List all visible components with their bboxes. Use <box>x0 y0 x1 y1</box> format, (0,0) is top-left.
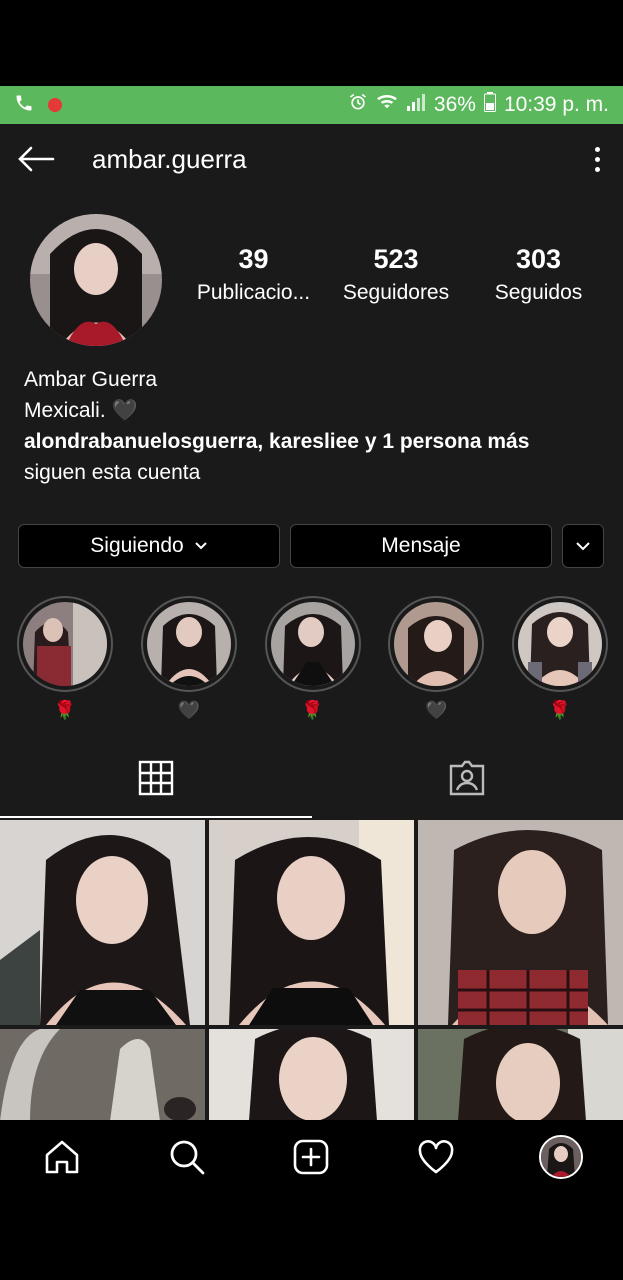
post-thumbnail[interactable] <box>418 820 623 1025</box>
highlight-item[interactable]: 🌹 <box>511 596 609 722</box>
profile-username: ambar.guerra <box>92 143 247 174</box>
stat-posts[interactable]: 39 Publicacio... <box>186 244 321 305</box>
back-arrow-icon[interactable] <box>16 139 56 179</box>
clock-time: 10:39 p. m. <box>503 93 609 116</box>
bio-name: Ambar Guerra <box>24 368 158 391</box>
story-highlights: 🌹 🖤 🌹 🖤 🌹 <box>0 596 623 722</box>
profile-tabs <box>0 742 623 818</box>
grid-icon <box>138 760 174 801</box>
signal-icon <box>406 93 426 117</box>
profile-summary: 39 Publicacio... 523 Seguidores 303 Segu… <box>0 194 623 354</box>
chevron-down-icon <box>194 541 208 551</box>
message-button[interactable]: Mensaje <box>290 524 552 568</box>
more-vertical-icon[interactable] <box>587 139 607 179</box>
stat-following[interactable]: 303 Seguidos <box>471 244 606 305</box>
highlight-thumbnail <box>146 602 231 686</box>
chevron-down-icon <box>575 541 591 551</box>
battery-icon <box>483 92 496 118</box>
top-black-bar <box>0 0 623 86</box>
home-icon[interactable] <box>32 1127 92 1187</box>
profile-bio: Ambar Guerra Mexicali. 🖤 alondrabanuelos… <box>0 364 623 488</box>
post-thumbnail[interactable] <box>0 820 205 1025</box>
followed-by-tail: siguen esta cuenta <box>24 461 201 484</box>
highlight-label: 🌹 <box>548 700 572 720</box>
profile-tab[interactable] <box>531 1127 591 1187</box>
suggestions-button[interactable] <box>562 524 604 568</box>
highlight-thumbnail <box>394 602 479 686</box>
highlight-item[interactable]: 🌹 <box>16 596 114 722</box>
status-bar: 36% 10:39 p. m. <box>0 86 623 124</box>
followed-by[interactable]: alondrabanuelosguerra, karesliee y 1 per… <box>24 426 599 457</box>
highlight-thumbnail <box>518 602 602 686</box>
tab-tagged[interactable] <box>312 742 623 818</box>
highlight-thumbnail <box>23 602 107 686</box>
profile-header: ambar.guerra <box>0 124 623 194</box>
bottom-navigation <box>0 1120 623 1194</box>
add-post-icon[interactable] <box>281 1127 341 1187</box>
highlight-thumbnail <box>270 602 355 686</box>
message-button-label: Mensaje <box>381 534 461 557</box>
highlight-item[interactable]: 🌹 <box>264 596 362 722</box>
post-thumbnail[interactable] <box>209 820 414 1025</box>
tab-grid[interactable] <box>0 742 312 818</box>
battery-percent: 36% <box>433 93 476 116</box>
post-thumbnail[interactable] <box>0 1029 205 1120</box>
followed-by-rest: y 1 persona más <box>358 430 530 453</box>
following-button-label: Siguiendo <box>90 534 184 557</box>
bio-text: Mexicali. 🖤 <box>24 399 138 422</box>
highlight-item[interactable]: 🖤 <box>140 596 238 722</box>
stat-posts-label: Publicacio... <box>196 281 311 304</box>
followed-by-users[interactable]: alondrabanuelosguerra, karesliee <box>24 430 359 453</box>
record-dot-icon <box>48 98 62 112</box>
highlight-label: 🌹 <box>301 700 324 720</box>
stat-followers[interactable]: 523 Seguidores <box>329 244 464 305</box>
highlight-label: 🖤 <box>425 700 448 720</box>
profile-stats: 39 Publicacio... 523 Seguidores 303 Segu… <box>186 244 606 305</box>
posts-grid <box>0 820 623 1120</box>
stat-following-label: Seguidos <box>494 281 583 304</box>
search-icon[interactable] <box>157 1127 217 1187</box>
bottom-black-bar <box>0 1194 623 1280</box>
profile-screen: ambar.guerra 39 Publicacio... 523 Seguid… <box>0 124 623 1120</box>
profile-avatar[interactable] <box>30 214 162 346</box>
profile-actions: Siguiendo Mensaje <box>0 524 623 568</box>
highlight-label: 🖤 <box>177 700 200 720</box>
post-thumbnail[interactable] <box>209 1029 414 1120</box>
stat-following-count: 303 <box>515 244 562 274</box>
alarm-icon <box>348 92 368 118</box>
highlight-item[interactable]: 🖤 <box>387 596 485 722</box>
phone-icon <box>14 93 34 118</box>
highlight-label: 🌹 <box>53 700 77 720</box>
stat-followers-label: Seguidores <box>342 281 450 304</box>
stat-posts-count: 39 <box>238 244 269 274</box>
profile-avatar <box>538 1135 583 1179</box>
stat-followers-count: 523 <box>373 244 419 274</box>
tagged-icon <box>448 760 486 801</box>
following-button[interactable]: Siguiendo <box>18 524 280 568</box>
post-thumbnail[interactable] <box>418 1029 623 1120</box>
heart-icon[interactable] <box>406 1127 466 1187</box>
wifi-icon <box>376 93 398 117</box>
